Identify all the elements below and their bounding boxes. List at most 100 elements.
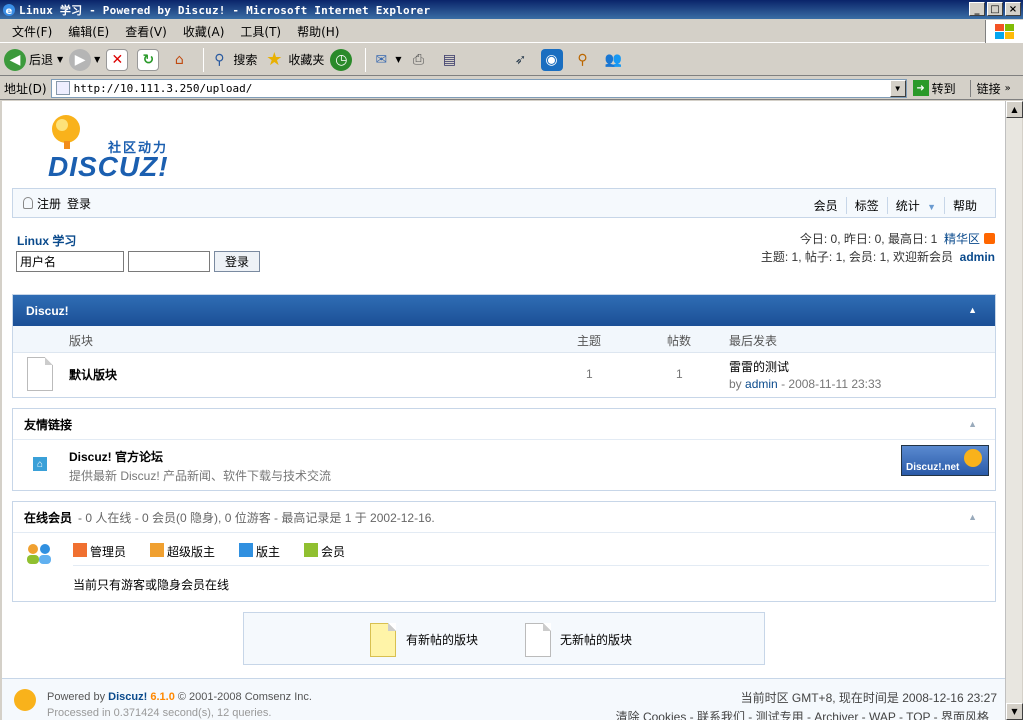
category-title[interactable]: Discuz!: [26, 304, 69, 318]
collapse-icon[interactable]: ▲: [968, 512, 977, 522]
history-icon: ◷: [330, 48, 353, 71]
register-link[interactable]: 注册: [37, 195, 61, 212]
back-dropdown-icon[interactable]: ▼: [57, 55, 63, 64]
close-button[interactable]: ×: [1005, 2, 1021, 16]
nav-members[interactable]: 会员: [806, 197, 846, 214]
digest-link[interactable]: 精华区: [944, 232, 980, 246]
product-link[interactable]: Discuz!: [108, 691, 147, 703]
online-box: 在线会员 - 0 人在线 - 0 会员(0 隐身), 0 位游客 - 最高记录是…: [12, 501, 996, 602]
nav-help[interactable]: 帮助: [943, 197, 985, 214]
history-button[interactable]: ◷: [330, 48, 355, 71]
bird-icon: ➶: [514, 51, 527, 68]
member-icon: [304, 543, 319, 557]
username-input[interactable]: [16, 251, 124, 272]
printer-icon: ⎙: [412, 51, 425, 68]
mail-icon: ✉: [375, 51, 388, 68]
edit-button[interactable]: ▤: [439, 49, 464, 71]
menu-file[interactable]: 文件(F): [4, 23, 60, 40]
login-link[interactable]: 登录: [67, 195, 91, 212]
lastpost-author-link[interactable]: admin: [745, 377, 778, 391]
contacts-button[interactable]: 👥: [603, 49, 628, 71]
forum-title[interactable]: Linux 学习: [17, 232, 76, 249]
stop-button[interactable]: ✕: [106, 48, 131, 71]
forum-row: 默认版块 1 1 雷雷的测试 by admin - 2008-11-11 23:…: [13, 353, 995, 397]
footer: Powered by Discuz! 6.1.0 © 2001-2008 Com…: [2, 678, 1005, 720]
timezone-text: 当前时区 GMT+8, 现在时间是 2008-12-16 23:27: [740, 691, 997, 705]
col-lastpost: 最后发表: [729, 334, 778, 348]
legend-supermod: 超级版主: [167, 545, 216, 559]
address-url: http://10.111.3.250/upload/: [73, 81, 253, 95]
discuz-net-banner[interactable]: Discuz!.net: [901, 445, 989, 476]
online-legend: 管理员 超级版主 版主 会员: [73, 543, 345, 560]
menu-favorites[interactable]: 收藏(A): [175, 23, 233, 40]
home-button[interactable]: ⌂: [168, 49, 193, 71]
footer-logo-icon: [14, 689, 36, 711]
newest-member-link[interactable]: admin: [960, 250, 995, 264]
minimize-button[interactable]: _: [969, 2, 985, 16]
footer-links[interactable]: 清除 Cookies - 联系我们 - 测试专用 - Archiver - WA…: [616, 708, 989, 720]
links-button[interactable]: 链接: [969, 79, 1001, 97]
lastpost-title-link[interactable]: 雷雷的测试: [729, 358, 789, 375]
search-button[interactable]: ⚲ 搜索: [208, 49, 257, 71]
back-button[interactable]: ◀ 后退 ▼: [4, 48, 63, 71]
version-text: 6.1.0: [150, 691, 175, 703]
forward-button[interactable]: ▶ ▼: [69, 48, 100, 71]
banner-text: Discuz!.net: [906, 462, 960, 473]
friendlinks-header: 友情链接 ▲: [13, 409, 995, 440]
maximize-button[interactable]: □: [987, 2, 1003, 16]
menu-help[interactable]: 帮助(H): [289, 23, 347, 40]
mail-dropdown-icon[interactable]: ▼: [395, 55, 401, 64]
moderator-icon: [239, 543, 254, 557]
stop-icon: ✕: [106, 48, 129, 71]
back-label: 后退: [29, 53, 54, 67]
forward-dropdown-icon[interactable]: ▼: [94, 55, 100, 64]
rss-icon[interactable]: [984, 233, 995, 244]
login-submit-button[interactable]: 登录: [214, 251, 261, 272]
go-button[interactable]: ➜ 转到: [912, 80, 956, 97]
research-icon: ⚲: [577, 51, 588, 68]
research-button[interactable]: ⚲: [572, 49, 597, 71]
forward-arrow-icon: ▶: [69, 48, 92, 71]
address-dropdown-icon[interactable]: ▼: [889, 79, 906, 97]
new-posts-icon: [370, 623, 396, 657]
password-input[interactable]: [128, 251, 210, 272]
qq-button[interactable]: ◉: [540, 48, 566, 71]
window-title: Linux 学习 - Powered by Discuz! - Microsof…: [19, 3, 431, 17]
lastpost-meta: by admin - 2008-11-11 23:33: [729, 377, 881, 391]
vertical-scrollbar[interactable]: ▲ ▼: [1005, 101, 1023, 720]
print-button[interactable]: ⎙: [408, 49, 433, 71]
collapse-icon[interactable]: ▲: [968, 305, 977, 315]
scroll-up-icon[interactable]: ▲: [1006, 101, 1023, 118]
members-label: 会员:: [848, 250, 877, 264]
menu-edit[interactable]: 编辑(E): [60, 23, 117, 40]
copyright-text: © 2001-2008 Comsenz Inc.: [177, 691, 312, 703]
messenger-button[interactable]: ➶: [510, 49, 535, 71]
friendlink-name[interactable]: Discuz! 官方论坛: [69, 448, 163, 465]
home-icon: ⌂: [174, 51, 184, 68]
forum-name-link[interactable]: 默认版块: [69, 366, 117, 383]
threads-count: 1: [791, 250, 799, 264]
forum-table-header: 版块 主题 帖数 最后发表: [13, 326, 995, 353]
windows-logo-icon: [985, 20, 1023, 43]
search-icon: ⚲: [214, 51, 225, 68]
mail-button[interactable]: ✉ ▼: [370, 49, 401, 71]
favorites-button[interactable]: ★ 收藏夹: [263, 49, 324, 71]
address-input[interactable]: http://10.111.3.250/upload/ ▼: [50, 78, 907, 98]
menu-tools[interactable]: 工具(T): [232, 23, 289, 40]
friendlinks-title: 友情链接: [24, 417, 73, 432]
discuz-logo[interactable]: 社区动力 DISCUZ!: [46, 111, 206, 183]
collapse-icon[interactable]: ▲: [968, 419, 977, 429]
menu-view[interactable]: 查看(V): [117, 23, 175, 40]
max-count: 1: [930, 232, 938, 246]
nav-tags[interactable]: 标签: [845, 197, 887, 214]
supermod-icon: [150, 543, 165, 557]
nav-stats[interactable]: 统计 ▼: [886, 197, 944, 214]
scroll-down-icon[interactable]: ▼: [1006, 703, 1023, 720]
powered-prefix: Powered by: [47, 691, 106, 703]
posts-count: 1: [835, 250, 843, 264]
forum-posts: 1: [676, 367, 683, 381]
refresh-button[interactable]: ↻: [137, 48, 162, 71]
online-title[interactable]: 在线会员: [24, 509, 72, 526]
links-chevron-icon[interactable]: »: [1005, 83, 1011, 94]
window-titlebar[interactable]: e Linux 学习 - Powered by Discuz! - Micros…: [0, 0, 1023, 19]
